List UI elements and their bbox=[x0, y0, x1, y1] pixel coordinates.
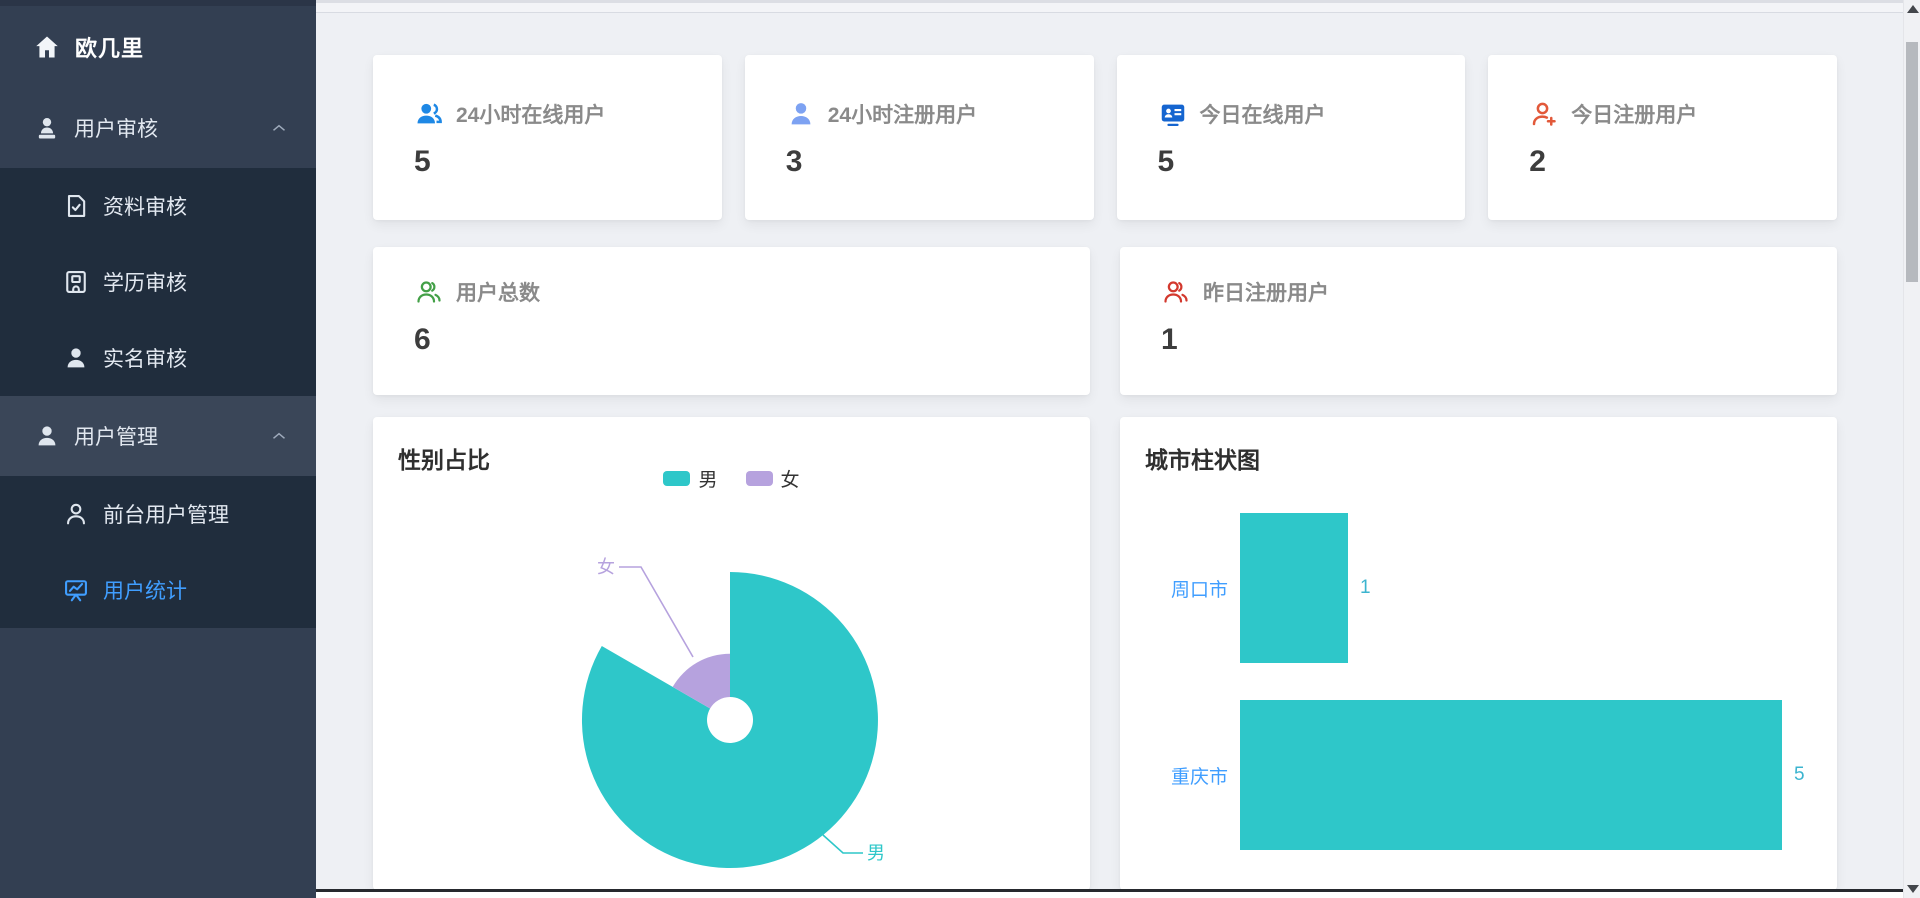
users-outline-red-icon bbox=[1161, 277, 1191, 307]
bar-category-label: 重庆市 bbox=[1170, 766, 1228, 788]
id-card-icon bbox=[1158, 99, 1188, 129]
users-filled-icon bbox=[414, 99, 444, 129]
user-plus-icon bbox=[1529, 99, 1559, 129]
gender-pie-chart[interactable]: 男女 bbox=[373, 417, 1090, 890]
stat-card-head: 24小时注册用户 bbox=[786, 99, 1094, 129]
stat-card-label: 24小时注册用户 bbox=[827, 104, 978, 127]
gender-pie-chart-card: 性别占比 男女 男女 bbox=[373, 417, 1090, 890]
stat-card-head: 今日在线用户 bbox=[1158, 99, 1466, 129]
sidebar-item-label: 实名审核 bbox=[103, 348, 187, 371]
stat-card-label: 今日在线用户 bbox=[1199, 104, 1326, 127]
sidebar-item-label: 用户统计 bbox=[103, 580, 187, 603]
stat-card-value: 5 bbox=[1157, 145, 1175, 178]
stat-card-registered-yesterday: 昨日注册用户 1 bbox=[1120, 247, 1837, 395]
sidebar-menu: 用户审核资料审核学历审核实名审核用户管理前台用户管理 用户统计 bbox=[0, 88, 316, 628]
stats-row-1: 24小时在线用户 5 24小时注册用户 3 今日在线用户 5 今日注册用户 2 bbox=[373, 55, 1837, 220]
pie-label-leader bbox=[822, 834, 863, 854]
sidebar-item-label: 用户审核 bbox=[74, 118, 158, 141]
stat-card-head: 用户总数 bbox=[414, 277, 1090, 307]
audit-stamp-icon bbox=[33, 114, 61, 142]
stat-card-value: 2 bbox=[1529, 145, 1546, 178]
sidebar-item-user-audit[interactable]: 用户审核 bbox=[0, 88, 316, 168]
sidebar-item-label: 前台用户管理 bbox=[103, 504, 229, 527]
main-top-strip bbox=[316, 0, 1903, 13]
home-icon bbox=[33, 33, 61, 61]
stat-card-online-24h: 24小时在线用户 5 bbox=[373, 55, 722, 220]
stat-card-label: 用户总数 bbox=[456, 282, 540, 305]
users-outline-icon bbox=[414, 277, 444, 307]
sidebar-item-label: 资料审核 bbox=[103, 196, 187, 219]
chart-board-icon bbox=[62, 576, 90, 604]
doc-check-icon bbox=[62, 192, 90, 220]
logo-label: 欧几里 bbox=[75, 36, 145, 61]
user-filled-icon bbox=[62, 344, 90, 372]
city-bar-chart[interactable]: 周口市 1 重庆市 5 bbox=[1120, 417, 1837, 890]
sidebar-item-user-manage[interactable]: 用户管理 bbox=[0, 396, 316, 476]
chevron-up-icon[interactable] bbox=[268, 117, 290, 139]
chevron-up-icon[interactable] bbox=[268, 425, 290, 447]
stat-card-label: 24小时在线用户 bbox=[456, 104, 606, 127]
stat-card-value: 5 bbox=[414, 145, 431, 178]
sidebar-item-user-stats[interactable]: 用户统计 bbox=[0, 552, 316, 628]
bar-周口市[interactable] bbox=[1240, 513, 1348, 663]
stat-card-head: 昨日注册用户 bbox=[1161, 277, 1837, 307]
bar-value-label: 5 bbox=[1794, 764, 1805, 785]
sidebar-item-label: 学历审核 bbox=[103, 272, 187, 295]
city-bar-chart-card: 城市柱状图 周口市 1 重庆市 5 bbox=[1120, 417, 1837, 890]
user-outline-icon bbox=[62, 500, 90, 528]
stat-card-head: 今日注册用户 bbox=[1529, 99, 1837, 129]
stat-card-label: 昨日注册用户 bbox=[1203, 282, 1329, 305]
bar-重庆市[interactable] bbox=[1240, 700, 1782, 850]
vertical-scrollbar[interactable] bbox=[1903, 0, 1920, 898]
stat-card-value: 6 bbox=[414, 323, 431, 356]
user-filled-light-icon bbox=[786, 99, 816, 129]
sidebar: 欧几里 用户审核资料审核学历审核实名审核用户管理前台用户管理 用户统计 bbox=[0, 0, 316, 898]
sidebar-item-profile-audit[interactable]: 资料审核 bbox=[0, 168, 316, 244]
stat-card-value: 1 bbox=[1161, 323, 1178, 356]
scrollbar-thumb[interactable] bbox=[1906, 42, 1918, 282]
sidebar-item-label: 用户管理 bbox=[74, 426, 158, 449]
sidebar-item-education-audit[interactable]: 学历审核 bbox=[0, 244, 316, 320]
sidebar-logo[interactable]: 欧几里 bbox=[0, 6, 316, 88]
bar-category-label: 周口市 bbox=[1170, 579, 1228, 601]
main-content: 24小时在线用户 5 24小时注册用户 3 今日在线用户 5 今日注册用户 2 用户总数 6 昨日… bbox=[316, 0, 1903, 898]
stat-card-online-today: 今日在线用户 5 bbox=[1116, 55, 1466, 220]
pie-slice-label: 男 bbox=[867, 843, 885, 863]
pie-slice-label: 女 bbox=[597, 557, 615, 577]
charts-row: 性别占比 男女 男女 城市柱状图 周口市 1 重庆市 5 bbox=[373, 417, 1837, 890]
sidebar-item-realname-audit[interactable]: 实名审核 bbox=[0, 320, 316, 396]
stat-card-registered-24h: 24小时注册用户 3 bbox=[744, 55, 1094, 220]
bar-value-label: 1 bbox=[1360, 577, 1371, 598]
scroll-down-arrow-icon[interactable] bbox=[1907, 885, 1919, 893]
pie-slice-男[interactable] bbox=[581, 572, 878, 868]
pie-label-leader bbox=[619, 566, 694, 658]
sidebar-item-front-user-manage[interactable]: 前台用户管理 bbox=[0, 476, 316, 552]
stat-card-value: 3 bbox=[785, 145, 803, 178]
viewport-bottom-gap bbox=[316, 892, 1903, 898]
stat-card-total-users: 用户总数 6 bbox=[373, 247, 1090, 395]
scroll-up-arrow-icon[interactable] bbox=[1907, 5, 1919, 13]
stat-card-registered-today: 今日注册用户 2 bbox=[1488, 55, 1837, 220]
user-filled-icon bbox=[33, 422, 61, 450]
stat-card-head: 24小时在线用户 bbox=[414, 99, 722, 129]
school-icon bbox=[62, 268, 90, 296]
stats-row-2: 用户总数 6 昨日注册用户 1 bbox=[373, 247, 1837, 395]
stat-card-label: 今日注册用户 bbox=[1571, 104, 1698, 127]
